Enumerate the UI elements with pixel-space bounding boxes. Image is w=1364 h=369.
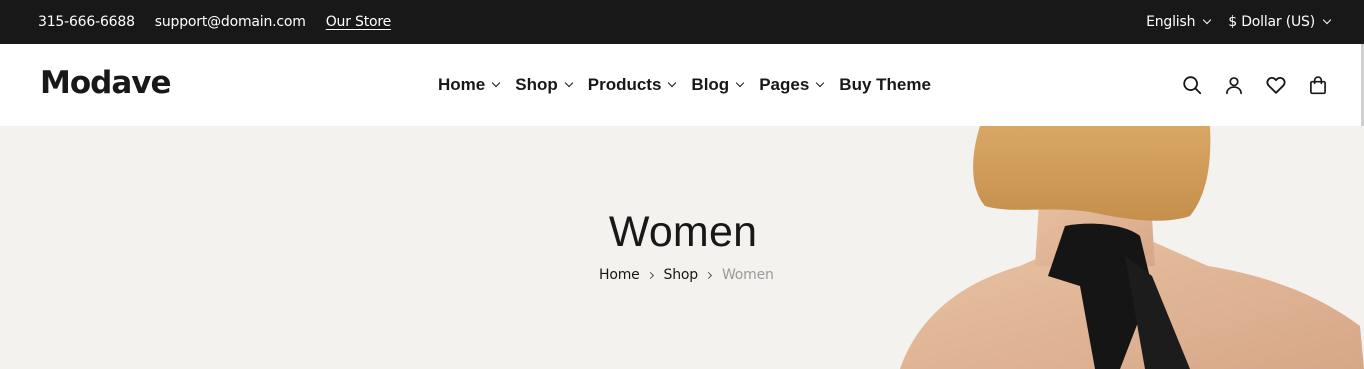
language-value: English bbox=[1146, 14, 1196, 30]
top-bar-selectors: English $ Dollar (US) bbox=[1128, 0, 1332, 44]
nav-item-products[interactable]: Products bbox=[587, 75, 677, 95]
chevron-down-icon bbox=[1203, 15, 1212, 25]
chevron-right-icon bbox=[646, 271, 654, 279]
heart-icon[interactable] bbox=[1264, 73, 1288, 97]
breadcrumb-home[interactable]: Home bbox=[599, 267, 640, 283]
top-bar-contact: 315-666-6688 support@domain.com Our Stor… bbox=[38, 0, 391, 44]
currency-value: $ Dollar (US) bbox=[1228, 14, 1315, 30]
nav-item-home[interactable]: Home bbox=[438, 75, 501, 95]
our-store-link[interactable]: Our Store bbox=[326, 14, 392, 30]
main-header: Modave Home Shop Products Blog Pages Buy… bbox=[0, 44, 1364, 126]
breadcrumb: Home Shop Women bbox=[599, 267, 774, 283]
language-select[interactable]: English bbox=[1146, 14, 1212, 30]
chevron-down-icon bbox=[564, 78, 573, 88]
phone-number[interactable]: 315-666-6688 bbox=[38, 14, 135, 30]
nav-item-pages[interactable]: Pages bbox=[759, 75, 825, 95]
nav-item-buy-theme[interactable]: Buy Theme bbox=[839, 75, 931, 95]
user-icon[interactable] bbox=[1222, 73, 1246, 97]
page-hero: Women Home Shop Women bbox=[0, 126, 1364, 369]
chevron-down-icon bbox=[668, 78, 677, 88]
nav-item-label: Home bbox=[438, 75, 486, 94]
chevron-down-icon bbox=[491, 78, 501, 88]
page-title: Women bbox=[608, 208, 758, 256]
header-actions bbox=[1162, 44, 1330, 126]
chevron-right-icon bbox=[704, 271, 713, 279]
nav-item-label: Blog bbox=[691, 75, 730, 94]
breadcrumb-current: Women bbox=[721, 267, 774, 283]
chevron-down-icon bbox=[816, 78, 825, 88]
chevron-down-icon bbox=[1322, 15, 1332, 25]
nav-item-label: Shop bbox=[515, 75, 558, 94]
chevron-down-icon bbox=[735, 78, 745, 88]
nav-item-blog[interactable]: Blog bbox=[691, 75, 745, 95]
search-icon[interactable] bbox=[1180, 73, 1204, 97]
support-email[interactable]: support@domain.com bbox=[155, 14, 306, 30]
site-logo[interactable]: Modave bbox=[40, 65, 171, 101]
main-nav: Home Shop Products Blog Pages Buy Theme bbox=[438, 44, 947, 126]
bag-icon[interactable] bbox=[1306, 73, 1330, 97]
currency-select[interactable]: $ Dollar (US) bbox=[1228, 14, 1332, 30]
breadcrumb-shop[interactable]: Shop bbox=[664, 267, 699, 283]
top-bar: 315-666-6688 support@domain.com Our Stor… bbox=[0, 0, 1364, 44]
nav-item-label: Pages bbox=[759, 75, 810, 94]
nav-item-label: Products bbox=[587, 75, 662, 94]
nav-item-shop[interactable]: Shop bbox=[515, 75, 573, 95]
nav-item-label: Buy Theme bbox=[839, 75, 931, 94]
